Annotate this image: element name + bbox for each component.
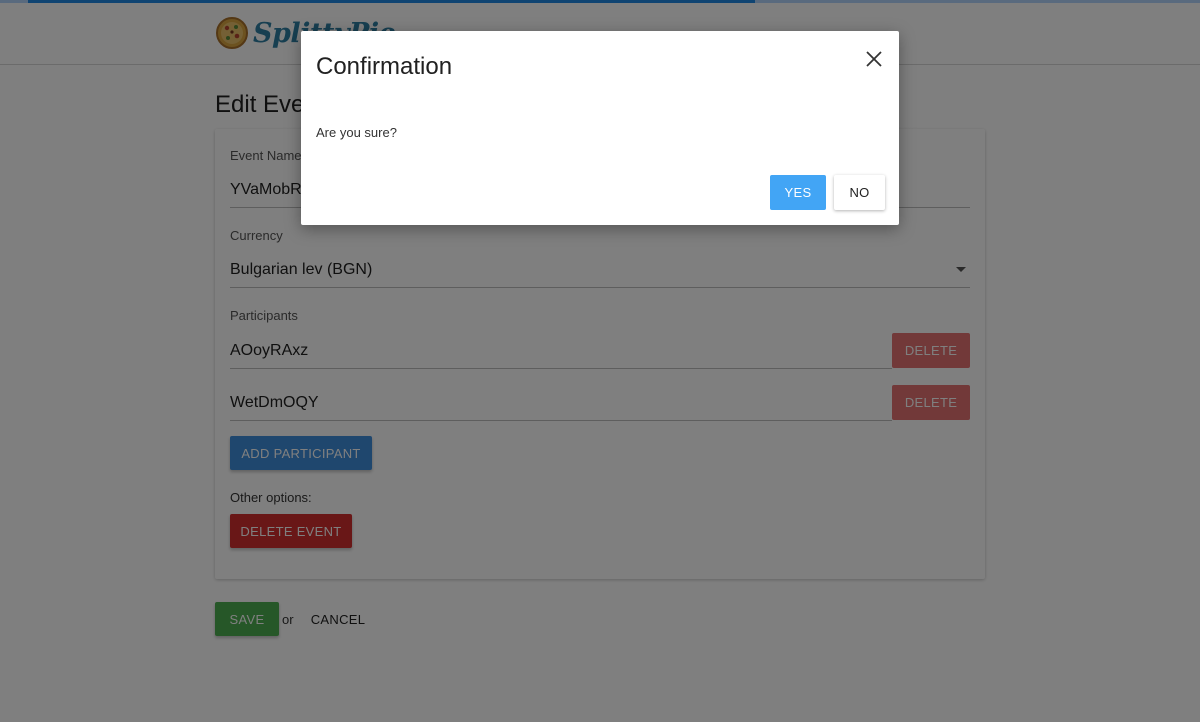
yes-button[interactable]: YES <box>770 175 826 210</box>
dialog-message: Are you sure? <box>316 125 397 140</box>
confirmation-dialog: Confirmation Are you sure? YES NO <box>301 31 899 225</box>
close-icon[interactable] <box>864 49 884 69</box>
no-button[interactable]: NO <box>834 175 885 210</box>
dialog-title: Confirmation <box>316 53 453 80</box>
